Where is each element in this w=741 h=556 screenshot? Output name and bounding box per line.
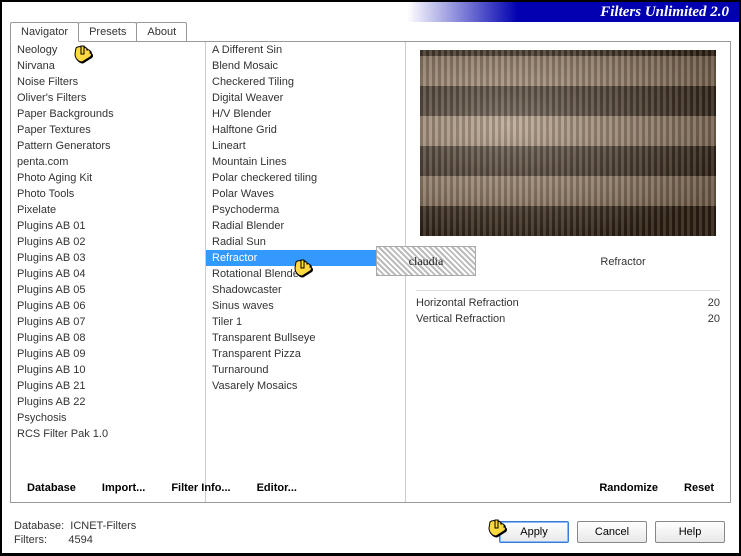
filter-item[interactable]: Shadowcaster <box>206 282 405 298</box>
filter-item[interactable]: Transparent Bullseye <box>206 330 405 346</box>
category-item[interactable]: Nirvana <box>11 58 205 74</box>
filter-item[interactable]: Vasarely Mosaics <box>206 378 405 394</box>
category-item[interactable]: Plugins AB 21 <box>11 378 205 394</box>
filter-item[interactable]: Radial Blender <box>206 218 405 234</box>
filter-item[interactable]: Polar checkered tiling <box>206 170 405 186</box>
category-item[interactable]: Neology <box>11 42 205 58</box>
filter-item[interactable]: Psychoderma <box>206 202 405 218</box>
titlebar: Filters Unlimited 2.0 <box>2 2 739 22</box>
divider <box>416 290 720 291</box>
filter-name-label: Refractor <box>526 256 720 268</box>
database-button[interactable]: Database <box>23 480 80 496</box>
filter-item[interactable]: Sinus waves <box>206 298 405 314</box>
category-list[interactable]: NeologyNirvanaNoise FiltersOliver's Filt… <box>11 42 206 502</box>
category-item[interactable]: Paper Backgrounds <box>11 106 205 122</box>
preview-image <box>420 50 716 236</box>
import-button[interactable]: Import... <box>98 480 149 496</box>
category-item[interactable]: Noise Filters <box>11 74 205 90</box>
tab-presets[interactable]: Presets <box>78 22 137 41</box>
param-label: Horizontal Refraction <box>416 297 519 309</box>
category-item[interactable]: Plugins AB 03 <box>11 250 205 266</box>
category-item[interactable]: Plugins AB 06 <box>11 298 205 314</box>
filter-info-button[interactable]: Filter Info... <box>167 480 234 496</box>
param-row[interactable]: Vertical Refraction 20 <box>416 311 720 327</box>
filters-unlimited-window: Filters Unlimited 2.0 Navigator Presets … <box>1 1 740 554</box>
filter-item[interactable]: Polar Waves <box>206 186 405 202</box>
category-item[interactable]: Pattern Generators <box>11 138 205 154</box>
main-button-row: Apply Cancel Help <box>499 521 725 543</box>
parameter-list: Horizontal Refraction20Vertical Refracti… <box>416 295 720 327</box>
category-item[interactable]: Plugins AB 02 <box>11 234 205 250</box>
category-item[interactable]: RCS Filter Pak 1.0 <box>11 426 205 442</box>
status-bar: Database: ICNET-Filters Filters: 4594 <box>14 519 136 547</box>
category-item[interactable]: Plugins AB 01 <box>11 218 205 234</box>
category-item[interactable]: Plugins AB 07 <box>11 314 205 330</box>
filter-item[interactable]: Blend Mosaic <box>206 58 405 74</box>
randomize-button[interactable]: Randomize <box>595 480 662 496</box>
reset-button[interactable]: Reset <box>680 480 718 496</box>
status-db-label: Database: <box>14 520 64 532</box>
watermark-stamp: claudia <box>376 246 476 276</box>
filter-item[interactable]: Turnaround <box>206 362 405 378</box>
status-filters-value: 4594 <box>68 534 92 546</box>
status-db-value: ICNET-Filters <box>70 520 136 532</box>
help-button[interactable]: Help <box>655 521 725 543</box>
category-item[interactable]: Plugins AB 08 <box>11 330 205 346</box>
category-item[interactable]: Plugins AB 04 <box>11 266 205 282</box>
filter-item[interactable]: Tiler 1 <box>206 314 405 330</box>
status-filters-label: Filters: <box>14 534 47 546</box>
filter-item[interactable]: Halftone Grid <box>206 122 405 138</box>
filter-item[interactable]: H/V Blender <box>206 106 405 122</box>
param-row[interactable]: Horizontal Refraction 20 <box>416 295 720 311</box>
right-button-row: Randomize Reset <box>595 480 718 496</box>
tab-about[interactable]: About <box>136 22 187 41</box>
category-item[interactable]: Oliver's Filters <box>11 90 205 106</box>
title-text: Filters Unlimited 2.0 <box>600 4 729 21</box>
filter-item[interactable]: Lineart <box>206 138 405 154</box>
category-item[interactable]: Plugins AB 22 <box>11 394 205 410</box>
apply-button[interactable]: Apply <box>499 521 569 543</box>
category-item[interactable]: Plugins AB 09 <box>11 346 205 362</box>
category-item[interactable]: Pixelate <box>11 202 205 218</box>
filter-item[interactable]: Digital Weaver <box>206 90 405 106</box>
tab-navigator[interactable]: Navigator <box>10 22 79 42</box>
tab-bar: Navigator Presets About <box>10 22 739 41</box>
category-item[interactable]: Psychosis <box>11 410 205 426</box>
category-item[interactable]: Paper Textures <box>11 122 205 138</box>
category-item[interactable]: Plugins AB 05 <box>11 282 205 298</box>
category-item[interactable]: Plugins AB 10 <box>11 362 205 378</box>
filter-item[interactable]: Transparent Pizza <box>206 346 405 362</box>
left-button-row: Database Import... Filter Info... Editor… <box>23 480 301 496</box>
cancel-button[interactable]: Cancel <box>577 521 647 543</box>
category-item[interactable]: Photo Aging Kit <box>11 170 205 186</box>
category-item[interactable]: penta.com <box>11 154 205 170</box>
filter-item[interactable]: A Different Sin <box>206 42 405 58</box>
editor-button[interactable]: Editor... <box>253 480 301 496</box>
category-item[interactable]: Photo Tools <box>11 186 205 202</box>
navigator-panel: NeologyNirvanaNoise FiltersOliver's Filt… <box>10 41 731 503</box>
param-label: Vertical Refraction <box>416 313 505 325</box>
param-value: 20 <box>708 297 720 309</box>
filter-item[interactable]: Mountain Lines <box>206 154 405 170</box>
preview-column: claudia Refractor Horizontal Refraction2… <box>406 42 730 502</box>
filter-item[interactable]: Checkered Tiling <box>206 74 405 90</box>
param-value: 20 <box>708 313 720 325</box>
